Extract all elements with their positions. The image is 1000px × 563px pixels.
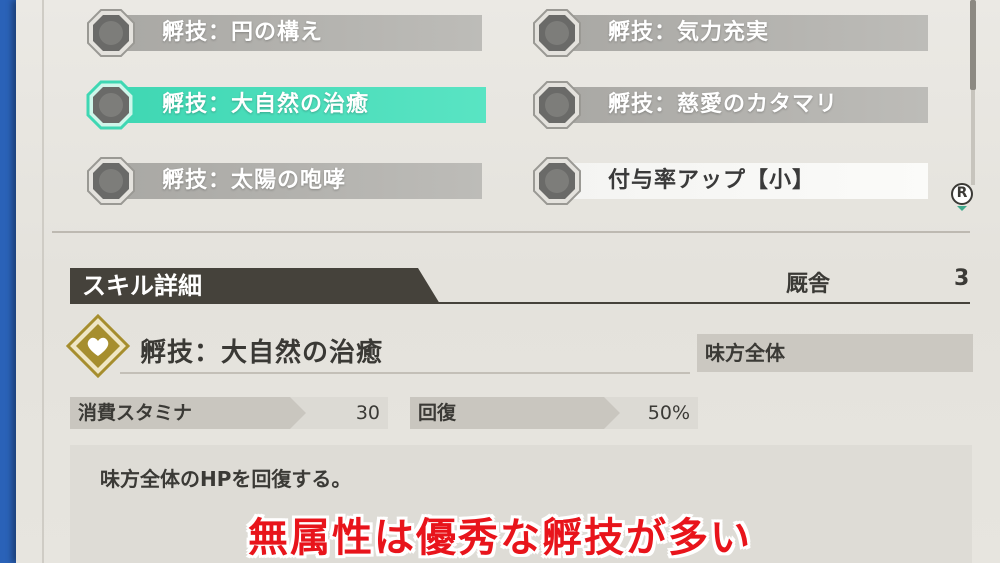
empty-egg-slot-icon [533, 157, 581, 205]
skill-name: 孵技：太陽の咆哮 [162, 168, 347, 193]
stat-label: 消費スタミナ [78, 402, 193, 424]
roost-value: 3 [954, 266, 970, 291]
skill-slot-6[interactable]: 付与率アップ【小】 [516, 156, 928, 206]
stat-value: 50% [647, 402, 690, 424]
skill-detail-title: スキル詳細 [82, 272, 202, 300]
empty-egg-slot-icon [86, 80, 136, 130]
video-caption: 無属性は優秀な孵技が多い [248, 515, 752, 561]
stat-stamina-cost: 消費スタミナ 30 [70, 397, 388, 429]
skill-name: 孵技：気力充実 [608, 20, 770, 45]
skill-slot-1[interactable]: 孵技：円の構え [70, 8, 482, 58]
skill-detail-header: スキル詳細 [70, 268, 440, 304]
detail-skill-name: 孵技：大自然の治癒 [140, 338, 384, 368]
skill-slot-5[interactable]: 孵技：太陽の咆哮 [70, 156, 482, 206]
empty-egg-slot-icon [533, 81, 581, 129]
header-underline [438, 302, 970, 304]
empty-egg-slot-icon [87, 9, 135, 57]
heart-emblem-icon [66, 314, 130, 378]
scrollbar[interactable] [948, 0, 978, 205]
skill-slot-4[interactable]: 孵技：慈愛のカタマリ [516, 80, 928, 130]
empty-egg-slot-icon [533, 9, 581, 57]
skill-slot-2[interactable]: 孵技：気力充実 [516, 8, 928, 58]
empty-egg-slot-icon [87, 157, 135, 205]
skill-name: 孵技：慈愛のカタマリ [608, 92, 839, 117]
target-badge: 味方全体 [697, 334, 973, 372]
skill-slot-3-selected[interactable]: 孵技：大自然の治癒 [70, 80, 486, 130]
skill-name: 付与率アップ【小】 [608, 168, 816, 193]
skill-name: 孵技：円の構え [162, 20, 324, 45]
roost-label: 厩舎 [786, 272, 831, 297]
stat-value: 30 [355, 402, 380, 424]
skill-name: 孵技：大自然の治癒 [162, 92, 370, 117]
stat-recovery: 回復 50% [410, 397, 698, 429]
target-text: 味方全体 [705, 341, 785, 365]
stat-label: 回復 [418, 402, 457, 424]
detail-name-underline [120, 372, 690, 374]
skill-description: 味方全体のHPを回復する。 [100, 467, 352, 491]
scroll-button-label: R [956, 185, 968, 201]
section-divider [52, 231, 970, 233]
